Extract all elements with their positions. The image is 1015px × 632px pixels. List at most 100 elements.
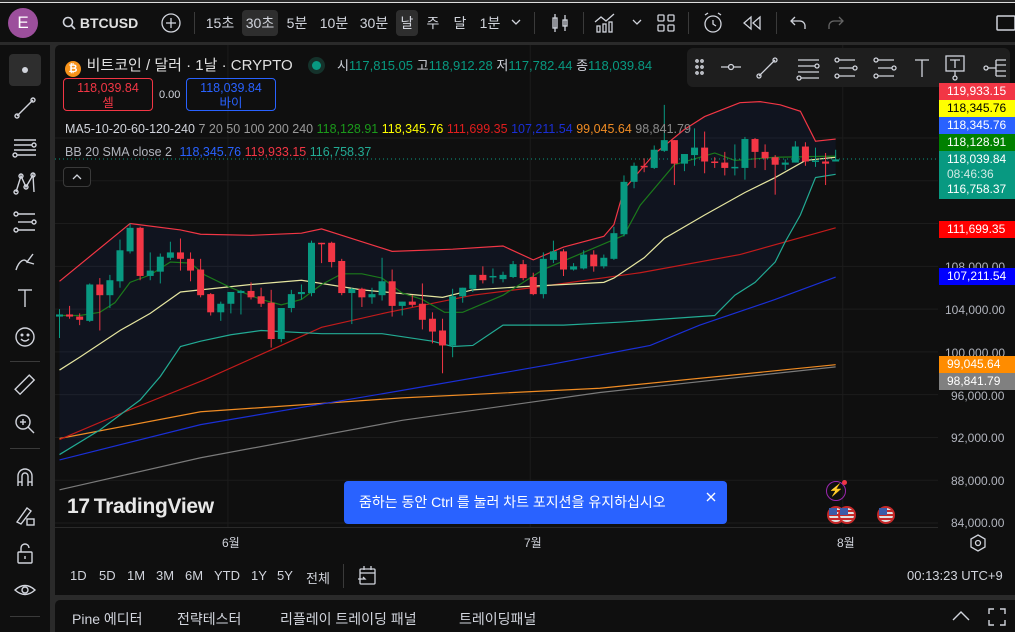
tab-strategy-tester[interactable]: 전략테스터 xyxy=(177,609,241,629)
text-icon[interactable] xyxy=(912,57,932,79)
tab-trading-panel[interactable]: 트레이딩패널 xyxy=(459,609,536,629)
range-3m[interactable]: 3M xyxy=(156,568,174,583)
chevron-up-icon[interactable] xyxy=(952,611,970,621)
trend-line-tool[interactable] xyxy=(9,92,41,124)
range-5y[interactable]: 5Y xyxy=(277,568,293,583)
interval-week[interactable]: 주 xyxy=(422,10,444,36)
trend-line-icon[interactable] xyxy=(755,57,779,79)
candles-chart-type-icon[interactable] xyxy=(549,12,571,34)
visibility-icon[interactable] xyxy=(9,574,41,606)
horizontal-lines-tool[interactable] xyxy=(9,131,41,163)
undo-icon[interactable] xyxy=(789,15,807,31)
chart-settings-icon[interactable] xyxy=(969,534,987,552)
candle-body xyxy=(297,291,305,295)
close-value: 118,039.84 xyxy=(588,58,653,73)
range-1d[interactable]: 1D xyxy=(70,568,87,583)
text-tool[interactable] xyxy=(9,282,41,314)
cursor-dot-tool[interactable] xyxy=(9,54,41,86)
candle-body xyxy=(146,270,154,276)
go-to-date-icon[interactable] xyxy=(357,565,377,587)
candle-body xyxy=(237,290,245,294)
candle-body xyxy=(620,181,628,235)
compare-add-icon[interactable] xyxy=(160,12,182,34)
lock-drawing-icon[interactable] xyxy=(9,500,41,532)
layout-grid-icon[interactable] xyxy=(657,14,675,32)
ma-name: MA5-10-20-60-120-240 xyxy=(65,122,195,136)
interval-month[interactable]: 달 xyxy=(449,10,471,36)
interval-10m[interactable]: 10분 xyxy=(316,10,352,36)
ma-value: 118,345.76 xyxy=(381,122,444,136)
pattern-tool[interactable] xyxy=(9,168,41,200)
maximize-panel-icon[interactable] xyxy=(988,608,1006,626)
ma-legend[interactable]: MA5-10-20-60-120-240 7 20 50 100 200 240… xyxy=(65,122,691,136)
interval-15s[interactable]: 15초 xyxy=(202,10,238,36)
candle-body xyxy=(227,291,235,304)
alert-clock-icon[interactable] xyxy=(701,11,725,35)
candle-body xyxy=(801,146,809,162)
range-6m[interactable]: 6M xyxy=(185,568,203,583)
candle-body xyxy=(86,284,94,321)
fib-retracement-icon[interactable] xyxy=(833,57,859,81)
high-label: 고 xyxy=(416,58,429,73)
us-flag-event-icon[interactable] xyxy=(877,506,895,524)
ruler-icon[interactable] xyxy=(9,369,41,401)
tab-pine-editor[interactable]: Pine 에디터 xyxy=(72,609,143,629)
us-flag-event-icon[interactable] xyxy=(838,506,856,524)
chevron-down-icon[interactable] xyxy=(511,19,521,27)
buy-label: 바이 xyxy=(219,96,243,110)
magnet-icon[interactable] xyxy=(9,462,41,494)
tradingview-logo[interactable]: 17 TradingView xyxy=(67,495,214,519)
interval-1m[interactable]: 1분 xyxy=(476,10,504,36)
close-icon[interactable] xyxy=(706,492,716,502)
drag-handle-icon[interactable] xyxy=(695,57,705,77)
chevron-down-icon[interactable] xyxy=(632,19,642,27)
brush-tool[interactable] xyxy=(9,246,41,278)
market-status-dot[interactable] xyxy=(312,61,322,70)
emoji-icon[interactable] xyxy=(9,321,41,353)
parallel-channel-icon[interactable] xyxy=(795,57,821,81)
range-1y[interactable]: 1Y xyxy=(251,568,267,583)
clock-timezone[interactable]: 00:13:23 UTC+9 xyxy=(907,568,1003,583)
tab-replay-trading-panel[interactable]: 리플레이 트레이딩 패널 xyxy=(280,609,417,629)
symbol-title[interactable]: 비트코인 / 달러 · 1날 · CRYPTO xyxy=(87,57,293,74)
event-lightning-icon[interactable]: ⚡ xyxy=(826,480,847,501)
fib-extension-icon[interactable] xyxy=(872,57,898,81)
fib-tool[interactable] xyxy=(9,206,41,238)
range-1m[interactable]: 1M xyxy=(127,568,145,583)
candle-body xyxy=(610,233,618,259)
user-avatar[interactable]: E xyxy=(8,8,38,38)
candle-body xyxy=(549,251,557,260)
symbol-search-button[interactable]: BTCUSD xyxy=(62,10,138,36)
zoom-in-icon[interactable] xyxy=(9,408,41,440)
interval-day[interactable]: 날 xyxy=(396,10,418,36)
interval-30m[interactable]: 30분 xyxy=(356,10,392,36)
candle-body xyxy=(771,157,779,165)
bb-legend[interactable]: BB 20 SMA close 2 118,345.76 119,933.15 … xyxy=(65,145,371,159)
interval-5m[interactable]: 5분 xyxy=(282,10,312,36)
last-price: 118,039.84 xyxy=(947,152,1007,166)
replay-icon[interactable] xyxy=(742,15,762,31)
range-5d[interactable]: 5D xyxy=(99,568,116,583)
range-ytd[interactable]: YTD xyxy=(214,568,240,583)
interval-30s[interactable]: 30초 xyxy=(242,10,278,36)
candle-body xyxy=(721,162,729,168)
indicators-icon[interactable] xyxy=(593,12,617,34)
range-bar: 1D 5D 1M 3M 6M YTD 1Y 5Y 전체 00:13:23 UTC… xyxy=(55,557,1015,595)
fullscreen-icon[interactable] xyxy=(996,15,1015,31)
bitcoin-logo-icon: ₿ xyxy=(65,61,81,77)
buy-button[interactable]: 118,039.84 바이 xyxy=(186,78,276,111)
range-all[interactable]: 전체 xyxy=(306,568,330,587)
sell-button[interactable]: 118,039.84 셀 xyxy=(63,78,153,111)
collapse-legend-button[interactable] xyxy=(63,167,91,187)
horizontal-ray-icon[interactable] xyxy=(719,57,743,77)
candle-body xyxy=(529,277,537,295)
time-axis[interactable]: 6월 7월 8월 xyxy=(55,527,938,555)
time-tick: 7월 xyxy=(524,536,542,550)
bb-basis-price-label: 118,345.76 xyxy=(939,117,1015,134)
unlock-icon[interactable] xyxy=(9,537,41,569)
candle-body xyxy=(217,303,225,313)
toolbar-divider xyxy=(10,361,40,362)
redo-icon[interactable] xyxy=(827,15,845,31)
candle-body xyxy=(459,287,467,297)
candle-body xyxy=(660,140,668,151)
